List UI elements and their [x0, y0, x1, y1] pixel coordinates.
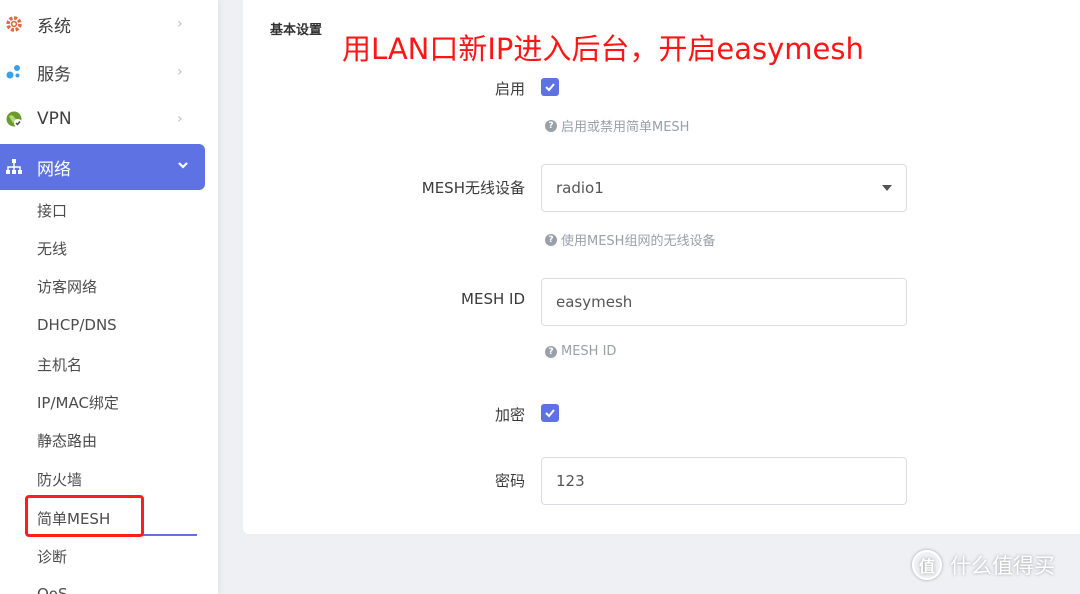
enable-label: 启用: [494, 80, 525, 98]
check-icon: [545, 83, 555, 92]
sidebar-item-network[interactable]: 网络: [0, 144, 205, 190]
annotation-text: 用LAN口新IP进入后台，开启easymesh: [342, 32, 864, 66]
puzzle-icon: [5, 63, 23, 81]
watermark-text: 什么值得买: [950, 554, 1055, 578]
encrypt-checkbox[interactable]: [541, 404, 559, 422]
password-value: 123: [556, 472, 585, 490]
caret-down-icon: [882, 185, 892, 191]
sidebar-item-label: 服务: [37, 64, 71, 85]
sidebar-subitem-static-routes[interactable]: 静态路由: [37, 428, 97, 452]
check-icon: [545, 409, 555, 418]
sidebar-subitem-wireless[interactable]: 无线: [37, 236, 67, 260]
password-input[interactable]: 123: [541, 457, 907, 505]
sidebar-subitem-qos[interactable]: QoS: [37, 582, 68, 594]
mesh-id-hint: ? MESH ID: [545, 344, 616, 359]
sidebar-subitem-dhcp-dns[interactable]: DHCP/DNS: [37, 313, 117, 337]
chevron-right-icon: ›: [177, 111, 183, 127]
sidebar-item-label: 系统: [37, 16, 71, 37]
sidebar-subitem-ip-mac-binding[interactable]: IP/MAC绑定: [37, 390, 119, 414]
sidebar-item-system[interactable]: 系统 ›: [0, 1, 205, 47]
sitemap-icon: [5, 158, 23, 176]
enable-hint-text: 启用或禁用简单MESH: [561, 120, 690, 135]
sidebar-item-vpn[interactable]: VPN ›: [0, 96, 205, 142]
mesh-device-hint-text: 使用MESH组网的无线设备: [561, 234, 716, 249]
watermark-badge: 值: [912, 550, 942, 580]
enable-checkbox[interactable]: [541, 78, 559, 96]
sidebar-item-label: 网络: [37, 159, 71, 180]
chevron-down-icon: [177, 159, 189, 175]
question-icon: ?: [545, 345, 557, 358]
sidebar-subitem-hostnames[interactable]: 主机名: [37, 352, 82, 376]
enable-hint: ? 启用或禁用简单MESH: [545, 116, 689, 135]
sidebar-subitem-interfaces[interactable]: 接口: [37, 198, 67, 222]
mesh-device-value: radio1: [556, 179, 604, 197]
mesh-id-input[interactable]: easymesh: [541, 278, 907, 326]
question-icon: ?: [545, 233, 557, 246]
sidebar-subitem-guest-network[interactable]: 访客网络: [37, 274, 97, 298]
sidebar-item-label: VPN: [37, 109, 72, 129]
mesh-id-hint-text: MESH ID: [561, 344, 617, 359]
sidebar-subitem-firewall[interactable]: 防火墙: [37, 467, 82, 491]
globe-icon: [5, 110, 23, 128]
gear-icon: [5, 15, 23, 33]
section-title: 基本设置: [270, 23, 323, 38]
watermark: 值 什么值得买: [912, 550, 1055, 580]
mesh-device-select[interactable]: radio1: [541, 164, 907, 212]
mesh-device-hint: ? 使用MESH组网的无线设备: [545, 230, 715, 249]
mesh-id-value: easymesh: [556, 293, 633, 311]
sidebar-subitem-diagnostics[interactable]: 诊断: [37, 544, 67, 568]
question-icon: ?: [545, 119, 557, 132]
encrypt-label: 加密: [494, 406, 525, 424]
mesh-id-label: MESH ID: [461, 290, 525, 308]
highlight-box: [25, 495, 144, 537]
sidebar: 系统 › 服务 › VPN › 网络 接口 无线 访客网络 DHCP/DNS 主…: [0, 0, 218, 594]
mesh-device-label: MESH无线设备: [421, 179, 525, 197]
sidebar-item-services[interactable]: 服务 ›: [0, 49, 205, 95]
chevron-right-icon: ›: [177, 64, 183, 80]
password-label: 密码: [494, 472, 525, 490]
chevron-right-icon: ›: [177, 16, 183, 32]
